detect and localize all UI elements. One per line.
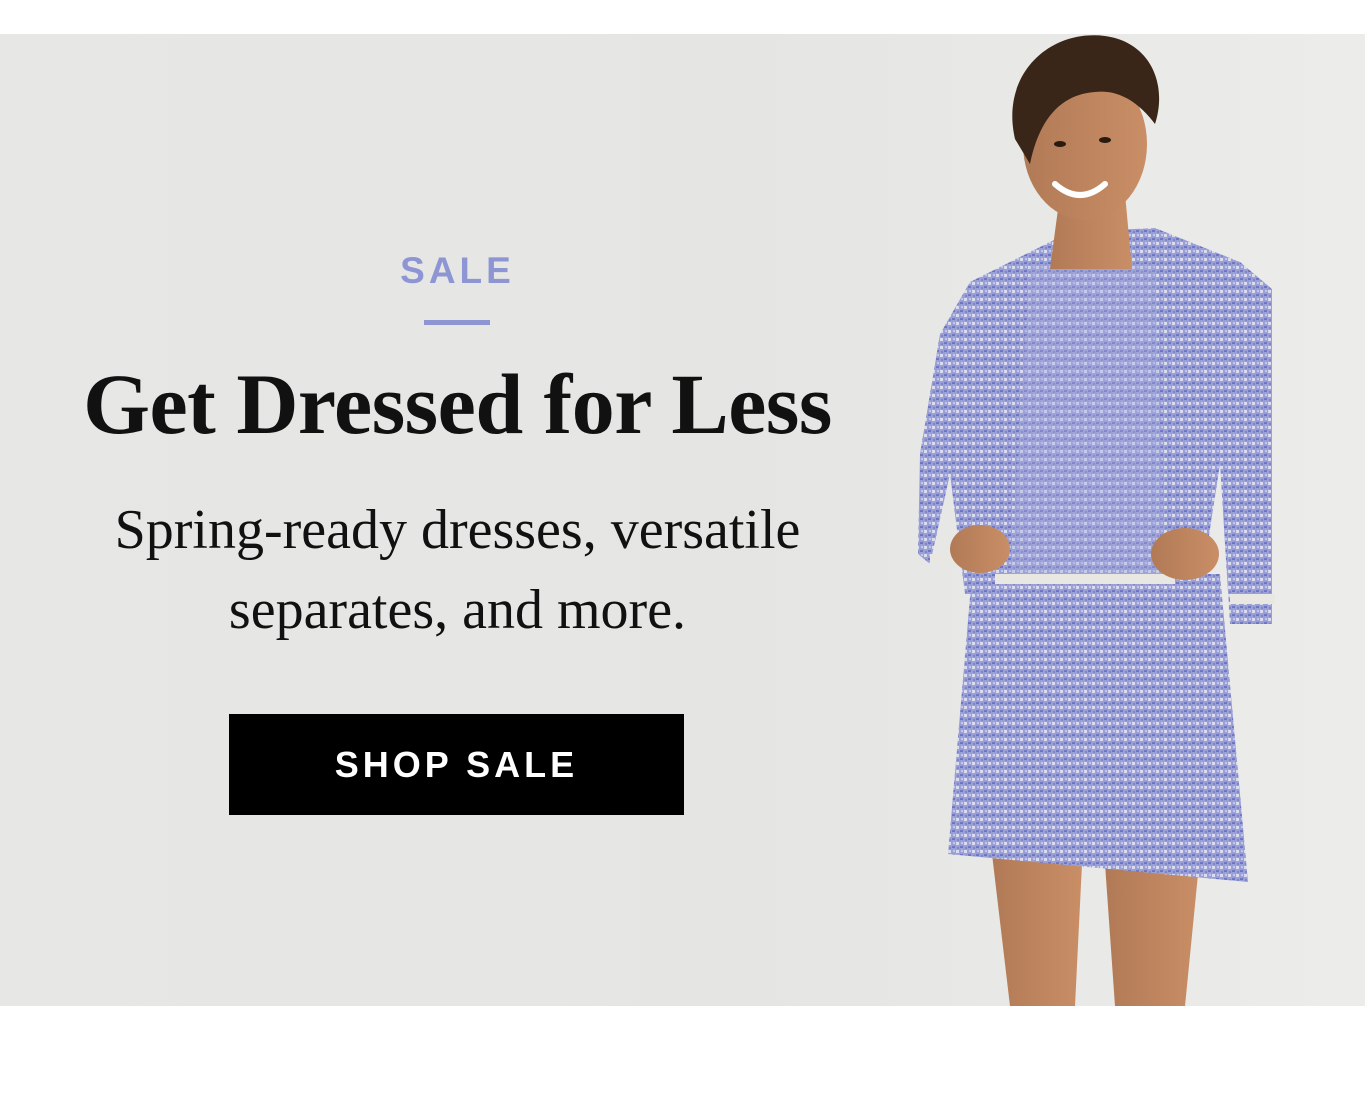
eyebrow-divider — [424, 320, 490, 325]
subhead-line-2: separates, and more. — [228, 579, 687, 641]
shop-sale-button[interactable]: SHOP SALE — [229, 714, 684, 815]
model-photo[interactable] — [900, 34, 1365, 1006]
promo-headline: Get Dressed for Less — [83, 356, 832, 452]
promo-copy: SALE Get Dressed for Less Spring-ready d… — [0, 34, 915, 1006]
skirt — [948, 574, 1248, 882]
sale-eyebrow: SALE — [400, 250, 515, 291]
promo-subhead: Spring-ready dresses, versatile separate… — [60, 490, 855, 650]
subhead-line-1: Spring-ready dresses, versatile — [114, 499, 801, 561]
model-illustration — [918, 35, 1275, 1006]
legs — [992, 854, 1082, 1006]
sale-hero-banner[interactable]: SALE Get Dressed for Less Spring-ready d… — [0, 34, 1365, 1006]
